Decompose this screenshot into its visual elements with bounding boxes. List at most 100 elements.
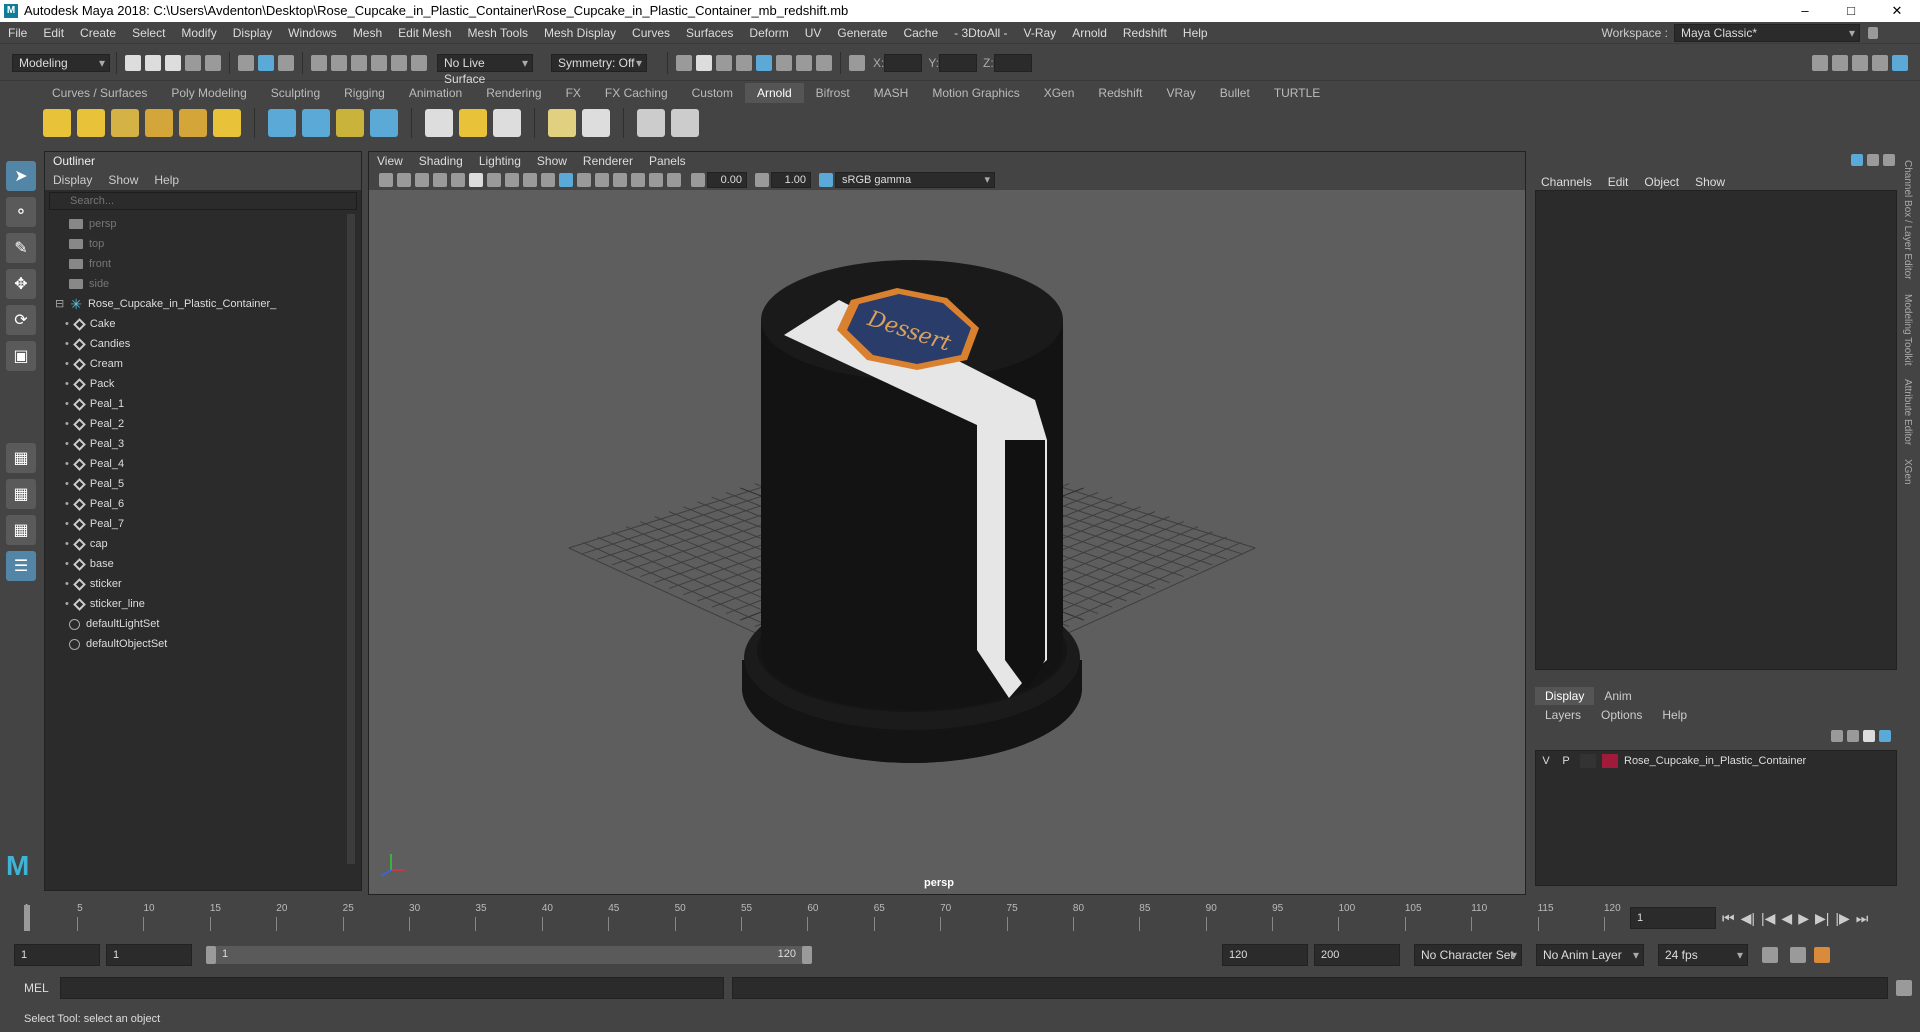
gamma-field[interactable]: 1.00 bbox=[771, 172, 811, 188]
animation-preferences-icon[interactable] bbox=[1814, 947, 1830, 963]
menu-display[interactable]: Display bbox=[225, 22, 280, 44]
area-light-icon[interactable] bbox=[43, 109, 71, 137]
outliner-node[interactable]: • Peal_4 bbox=[45, 454, 361, 474]
shelf-tab-sculpting[interactable]: Sculpting bbox=[259, 83, 332, 103]
channel-menu-edit[interactable]: Edit bbox=[1600, 172, 1637, 192]
skydome-light-icon[interactable] bbox=[145, 109, 173, 137]
go-to-start-icon[interactable]: ⏮ bbox=[1722, 910, 1735, 927]
step-forward-frame-icon[interactable]: ▶| bbox=[1815, 910, 1829, 927]
outliner-node[interactable]: • Pack bbox=[45, 374, 361, 394]
select-tool-icon[interactable]: ➤ bbox=[6, 161, 36, 191]
current-time-indicator[interactable] bbox=[24, 905, 30, 931]
step-back-key-icon[interactable]: ◀| bbox=[1741, 910, 1755, 927]
lighting-icon[interactable] bbox=[595, 173, 609, 187]
grid-toggle-icon[interactable] bbox=[469, 173, 483, 187]
transform-mode-icon[interactable] bbox=[849, 54, 865, 71]
float-panel-icon[interactable] bbox=[1867, 154, 1879, 166]
menu-mesh[interactable]: Mesh bbox=[345, 22, 390, 44]
outliner-node[interactable]: side bbox=[45, 274, 361, 294]
close-button[interactable]: ✕ bbox=[1874, 0, 1920, 22]
animation-start-field[interactable]: 1 bbox=[14, 944, 100, 966]
light-editor-icon[interactable] bbox=[796, 54, 812, 71]
time-slider[interactable]: 1510152025303540455055606570758085909510… bbox=[14, 903, 1626, 935]
play-backwards-icon[interactable]: ◀ bbox=[1781, 910, 1792, 927]
outliner-layout-icon[interactable]: ☰ bbox=[6, 551, 36, 581]
menu-edit-mesh[interactable]: Edit Mesh bbox=[390, 22, 459, 44]
y-field[interactable] bbox=[939, 53, 978, 72]
channel-box-settings-icon[interactable] bbox=[1851, 154, 1863, 166]
wireframe-icon[interactable] bbox=[541, 173, 555, 187]
maximize-button[interactable]: □ bbox=[1828, 0, 1874, 22]
command-input[interactable] bbox=[60, 977, 724, 999]
film-gate-icon[interactable] bbox=[487, 173, 501, 187]
move-layer-down-icon[interactable] bbox=[1847, 730, 1859, 742]
outliner-node[interactable]: top bbox=[45, 234, 361, 254]
lock-icon[interactable] bbox=[1868, 27, 1878, 39]
menu-mesh-tools[interactable]: Mesh Tools bbox=[460, 22, 536, 44]
menu-3dtoall[interactable]: - 3DtoAll - bbox=[946, 22, 1015, 44]
snap-view-icon[interactable] bbox=[371, 54, 387, 71]
outliner-node[interactable]: • cap bbox=[45, 534, 361, 554]
step-forward-key-icon[interactable]: |▶ bbox=[1835, 910, 1849, 927]
ambient-occlusion-icon[interactable] bbox=[649, 173, 663, 187]
outliner-node[interactable]: • Peal_7 bbox=[45, 514, 361, 534]
persp-outliner-layout-icon[interactable]: ▦ bbox=[6, 515, 36, 545]
menu-deform[interactable]: Deform bbox=[741, 22, 796, 44]
snap-pivot-icon[interactable] bbox=[411, 54, 427, 71]
menu-create[interactable]: Create bbox=[72, 22, 124, 44]
isolate-select-icon[interactable] bbox=[667, 173, 681, 187]
save-scene-icon[interactable] bbox=[165, 54, 181, 71]
channel-box-icon[interactable] bbox=[1892, 55, 1908, 71]
menu-edit[interactable]: Edit bbox=[35, 22, 72, 44]
fps-dropdown[interactable]: 24 fps bbox=[1658, 944, 1748, 966]
layer-tab-anim[interactable]: Anim bbox=[1594, 687, 1641, 705]
mesh-light-icon[interactable] bbox=[77, 109, 105, 137]
shelf-tab-animation[interactable]: Animation bbox=[397, 83, 474, 103]
character-controls-icon[interactable] bbox=[1832, 55, 1848, 71]
layer-menu-options[interactable]: Options bbox=[1591, 705, 1652, 725]
outliner-node[interactable]: defaultObjectSet bbox=[45, 634, 361, 654]
viewport-canvas[interactable]: Dessert bbox=[369, 190, 1525, 894]
shelf-tab-fx[interactable]: FX bbox=[554, 83, 593, 103]
auto-key-icon[interactable] bbox=[1790, 947, 1806, 963]
scale-tool-icon[interactable]: ▣ bbox=[6, 341, 36, 371]
smooth-shade-icon[interactable] bbox=[559, 173, 573, 187]
grease-pencil-icon[interactable] bbox=[451, 173, 465, 187]
layer-color-swatch[interactable] bbox=[1602, 754, 1618, 768]
photometric-light-icon[interactable] bbox=[111, 109, 139, 137]
outliner-node[interactable]: front bbox=[45, 254, 361, 274]
play-render-icon[interactable] bbox=[671, 109, 699, 137]
hypershade-icon[interactable] bbox=[756, 54, 772, 71]
side-tab-attribute-editor[interactable]: Attribute Editor bbox=[1902, 379, 1913, 445]
viewport-menu-lighting[interactable]: Lighting bbox=[471, 152, 529, 170]
shelf-tab-rigging[interactable]: Rigging bbox=[332, 83, 397, 103]
outliner-node[interactable]: ⊟ ✳ Rose_Cupcake_in_Plastic_Container_ bbox=[45, 294, 361, 314]
new-layer-icon[interactable] bbox=[1863, 730, 1875, 742]
layer-tab-display[interactable]: Display bbox=[1535, 687, 1595, 705]
outliner-search-input[interactable] bbox=[50, 195, 320, 207]
menu-curves[interactable]: Curves bbox=[624, 22, 678, 44]
menu-cache[interactable]: Cache bbox=[895, 22, 946, 44]
standin-icon[interactable] bbox=[268, 109, 296, 137]
play-forwards-icon[interactable]: ▶ bbox=[1798, 910, 1809, 927]
channel-menu-channels[interactable]: Channels bbox=[1533, 172, 1600, 192]
loop-icon[interactable] bbox=[1762, 947, 1778, 963]
step-back-frame-icon[interactable]: |◀ bbox=[1761, 910, 1775, 927]
safe-action-icon[interactable] bbox=[523, 173, 537, 187]
select-object-icon[interactable] bbox=[258, 54, 274, 71]
playback-end-field[interactable]: 120 bbox=[1222, 944, 1308, 966]
color-management-icon[interactable] bbox=[819, 173, 833, 187]
render-view-eye-icon[interactable] bbox=[637, 109, 665, 137]
new-layer-selected-icon[interactable] bbox=[1879, 730, 1891, 742]
render-setup-icon[interactable] bbox=[776, 54, 792, 71]
menu-set-dropdown[interactable]: Modeling bbox=[12, 53, 110, 72]
layer-display-type-toggle[interactable] bbox=[1580, 754, 1596, 768]
menu-surfaces[interactable]: Surfaces bbox=[678, 22, 741, 44]
undo-icon[interactable] bbox=[185, 54, 201, 71]
four-view-layout-icon[interactable]: ▦ bbox=[6, 479, 36, 509]
snap-point-icon[interactable] bbox=[351, 54, 367, 71]
animation-end-field[interactable]: 200 bbox=[1314, 944, 1400, 966]
textured-icon[interactable] bbox=[577, 173, 591, 187]
display-layer-row[interactable]: V P Rose_Cupcake_in_Plastic_Container bbox=[1536, 751, 1896, 771]
z-field[interactable] bbox=[993, 53, 1032, 72]
